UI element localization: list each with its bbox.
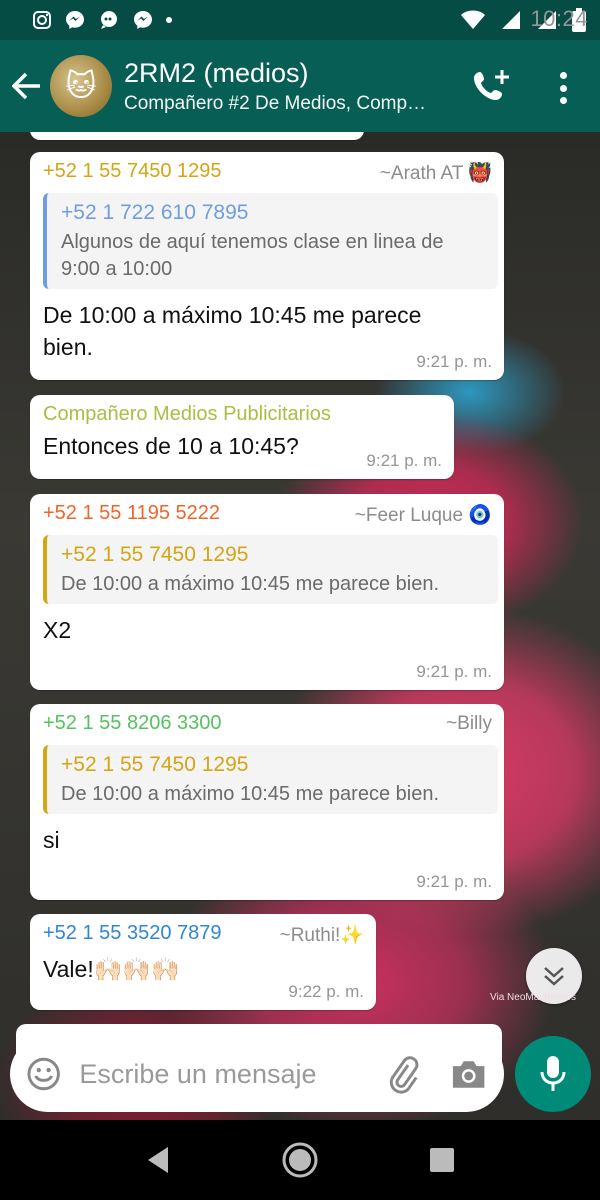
quoted-text: De 10:00 a máximo 10:45 me parece bien.	[61, 783, 439, 805]
quoted-message[interactable]: +52 1 55 7450 1295 De 10:00 a máximo 10:…	[43, 535, 498, 604]
message-time: 9:21 p. m.	[416, 872, 492, 891]
back-button[interactable]	[4, 40, 50, 132]
group-avatar[interactable]: 🐱	[50, 55, 112, 117]
message-alias: ~Ruthi!✨	[279, 925, 364, 946]
chat-area[interactable]: +52 1 55 7450 1295 ~Arath AT 👹 +52 1 722…	[0, 132, 600, 1120]
double-chevron-down-icon	[544, 967, 564, 986]
message-composer	[10, 1036, 504, 1112]
message-input[interactable]	[79, 1058, 370, 1090]
message-bubble[interactable]: +52 1 55 7450 1295 ~Arath AT 👹 +52 1 722…	[30, 152, 504, 380]
status-time: 10:24	[530, 6, 588, 31]
phone-plus-icon	[474, 70, 509, 100]
message-alias: ~Billy	[446, 713, 492, 734]
quoted-sender: +52 1 55 7450 1295	[61, 753, 249, 776]
nav-home-icon[interactable]	[280, 1140, 320, 1180]
dot	[559, 84, 567, 92]
message-sender[interactable]: +52 1 55 8206 3300	[43, 712, 492, 735]
quoted-text: Algunos de aquí tenemos clase en linea d…	[61, 231, 444, 280]
message-time: 9:21 p. m.	[416, 662, 492, 681]
attach-paperclip-icon[interactable]	[383, 1054, 422, 1094]
messenger-icon	[66, 11, 84, 29]
message-bubble[interactable]: Compañero Medios Publicitarios Entonces …	[30, 395, 454, 479]
message-text: si	[43, 827, 60, 853]
nav-back-icon[interactable]	[144, 1145, 172, 1175]
chat-title-block[interactable]: 2RM2 (medios) Compañero #2 De Medios, Co…	[124, 58, 464, 115]
more-notifications-dot-icon	[166, 17, 172, 23]
camera-icon[interactable]	[449, 1056, 488, 1092]
arrow-left-icon	[12, 72, 40, 100]
status-bar: 10:24	[0, 0, 600, 40]
message-time: 9:21 p. m.	[366, 451, 442, 470]
quoted-sender: +52 1 55 7450 1295	[61, 543, 249, 566]
wifi-icon	[461, 10, 485, 29]
dot	[559, 72, 567, 79]
quoted-text: De 10:00 a máximo 10:45 me parece bien.	[61, 573, 439, 595]
chat-bubble-icon	[101, 11, 117, 29]
quoted-sender: +52 1 722 610 7895	[61, 201, 249, 224]
message-bubble[interactable]: +52 1 55 1195 5222 ~Feer Luque 🧿 +52 1 5…	[30, 494, 504, 690]
message-bubble[interactable]: +52 1 55 3520 7879 ~Ruthi!✨ Vale!🙌🏻🙌🏻🙌🏻 …	[30, 914, 376, 1010]
instagram-icon	[33, 11, 51, 29]
add-call-button[interactable]	[470, 66, 514, 110]
more-options-button[interactable]	[548, 68, 578, 108]
voice-message-button[interactable]	[515, 1036, 591, 1112]
message-time: 9:22 p. m.	[288, 982, 364, 1001]
nav-recents-icon[interactable]	[428, 1146, 456, 1174]
chat-subtitle: Compañero #2 De Medios, Comp…	[124, 92, 427, 114]
system-navigation-bar	[0, 1120, 600, 1200]
signal-icon	[502, 11, 520, 29]
notification-icons	[32, 9, 172, 31]
avatar-emoji: 🐱	[65, 69, 97, 103]
message-bubble[interactable]: +52 1 55 8206 3300 ~Billy +52 1 55 7450 …	[30, 704, 504, 900]
chat-header: 🐱 2RM2 (medios) Compañero #2 De Medios, …	[0, 40, 600, 132]
message-time: 9:21 p. m.	[416, 352, 492, 371]
messenger-icon	[134, 11, 152, 29]
message-alias: ~Feer Luque 🧿	[354, 505, 492, 526]
quoted-message[interactable]: +52 1 55 7450 1295 De 10:00 a máximo 10:…	[43, 745, 498, 814]
dot	[559, 97, 567, 104]
message-text: X2	[43, 617, 72, 643]
wallpaper-watermark: Via NeoMachismos	[490, 992, 576, 1003]
previous-message-bubble[interactable]	[30, 132, 364, 140]
microphone-icon	[540, 1056, 566, 1091]
quoted-message[interactable]: +52 1 722 610 7895 Algunos de aquí tenem…	[43, 193, 498, 289]
message-alias: ~Arath AT 👹	[379, 163, 492, 184]
emoji-icon[interactable]	[26, 1056, 61, 1092]
message-text: Vale!🙌🏻🙌🏻🙌🏻	[43, 956, 180, 982]
message-sender[interactable]: Compañero Medios Publicitarios	[43, 403, 442, 426]
chat-title: 2RM2 (medios)	[124, 57, 309, 88]
